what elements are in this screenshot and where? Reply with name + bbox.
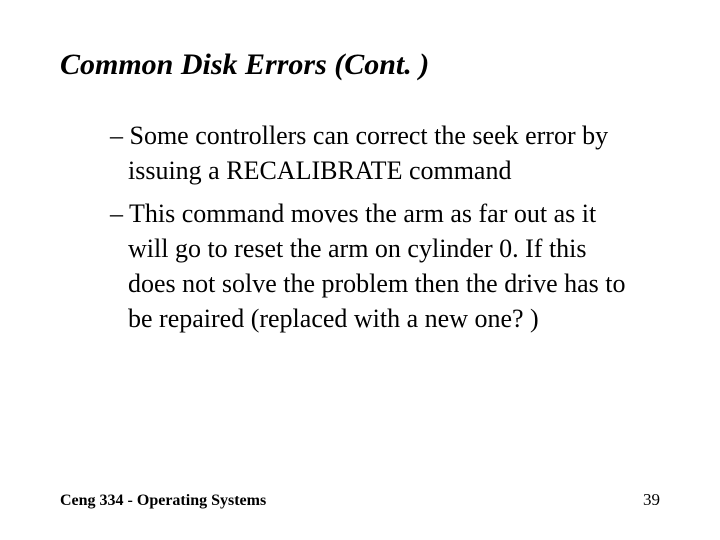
footer-course-name: Ceng 334 - Operating Systems <box>60 492 266 510</box>
slide-footer: Ceng 334 - Operating Systems 39 <box>60 490 660 510</box>
bullet-item: – Some controllers can correct the seek … <box>110 118 640 188</box>
slide-title: Common Disk Errors (Cont. ) <box>60 48 660 82</box>
bullet-list: – Some controllers can correct the seek … <box>60 118 660 337</box>
bullet-item: – This command moves the arm as far out … <box>110 196 640 336</box>
footer-page-number: 39 <box>643 490 660 510</box>
